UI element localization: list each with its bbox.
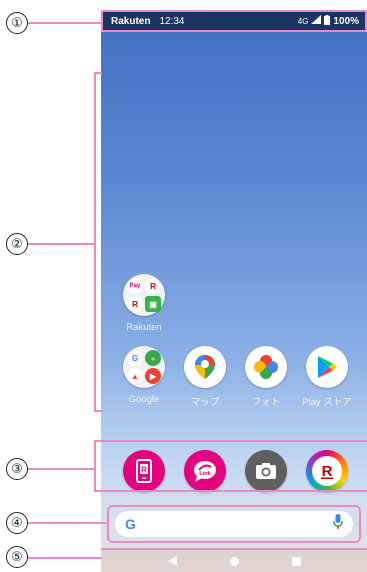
callout-3: ③ — [6, 458, 28, 480]
back-icon[interactable] — [167, 551, 177, 570]
bracket-2-top — [94, 72, 102, 74]
google-folder-label: Google — [128, 394, 160, 405]
bracket-3-line — [94, 440, 96, 492]
navigation-bar — [101, 548, 367, 572]
dock-rakuten-r[interactable]: R — [297, 450, 357, 492]
maps-label: マップ — [190, 397, 220, 408]
battery-icon — [324, 14, 331, 28]
recents-icon[interactable] — [291, 551, 301, 570]
rakuten-folder-icon: Pay R R ▣ — [123, 274, 165, 316]
svg-text:R: R — [141, 466, 147, 475]
bracket-3-top — [94, 440, 367, 442]
mic-icon[interactable] — [333, 514, 343, 534]
status-bar: Rakuten 12:34 4G 100% — [101, 10, 367, 32]
clock: 12:34 — [159, 15, 185, 27]
google-search-bar[interactable]: G — [115, 511, 353, 537]
callout-3-leader — [28, 468, 94, 470]
camera-icon — [245, 450, 287, 492]
photos-label: フォト — [251, 397, 281, 408]
photos-icon — [245, 346, 287, 388]
callout-4: ④ — [6, 512, 28, 534]
dock-camera[interactable] — [236, 450, 296, 492]
play-store-label: Play ストア — [302, 397, 352, 408]
play-store-app[interactable]: Play ストア — [297, 346, 357, 408]
google-folder[interactable]: G ● ▲ ▶ Google — [114, 346, 174, 405]
search-widget: G — [107, 505, 361, 543]
callout-5: ⑤ — [6, 546, 28, 568]
status-icons: 4G 100% — [297, 14, 359, 28]
callout-2: ② — [6, 233, 28, 255]
svg-text:R: R — [322, 463, 333, 480]
phone-screen: Rakuten 12:34 4G 100% Pay R R ▣ Rakuten … — [101, 10, 367, 572]
bracket-2-bottom — [94, 410, 102, 412]
photos-app[interactable]: フォト — [236, 346, 296, 408]
maps-app[interactable]: マップ — [175, 346, 235, 408]
battery-level: 100% — [333, 15, 359, 27]
callout-2-leader — [28, 243, 94, 245]
bracket-2-line — [94, 72, 96, 412]
signal-icon — [311, 15, 322, 27]
carrier-label: Rakuten — [111, 15, 151, 27]
play-store-icon — [306, 346, 348, 388]
callout-5-leader — [28, 557, 102, 559]
rakuten-r-icon: R — [306, 450, 348, 492]
network-type: 4G — [297, 16, 309, 26]
maps-icon — [184, 346, 226, 388]
bracket-3-bottom — [94, 490, 367, 492]
svg-text:Link: Link — [199, 471, 211, 477]
callout-4-leader — [28, 522, 108, 524]
my-rakuten-icon: R — [123, 450, 165, 492]
region-5-top — [101, 548, 367, 550]
home-icon[interactable] — [229, 551, 239, 570]
rakuten-link-icon: Link — [184, 450, 226, 492]
google-logo: G — [125, 516, 136, 532]
callout-1-leader — [28, 22, 102, 24]
google-folder-icon: G ● ▲ ▶ — [123, 346, 165, 388]
dock-rakuten-link[interactable]: Link — [175, 450, 235, 492]
rakuten-folder[interactable]: Pay R R ▣ Rakuten — [114, 274, 174, 333]
rakuten-folder-label: Rakuten — [126, 322, 162, 333]
dock-my-rakuten[interactable]: R — [114, 450, 174, 492]
callout-1: ① — [6, 12, 28, 34]
